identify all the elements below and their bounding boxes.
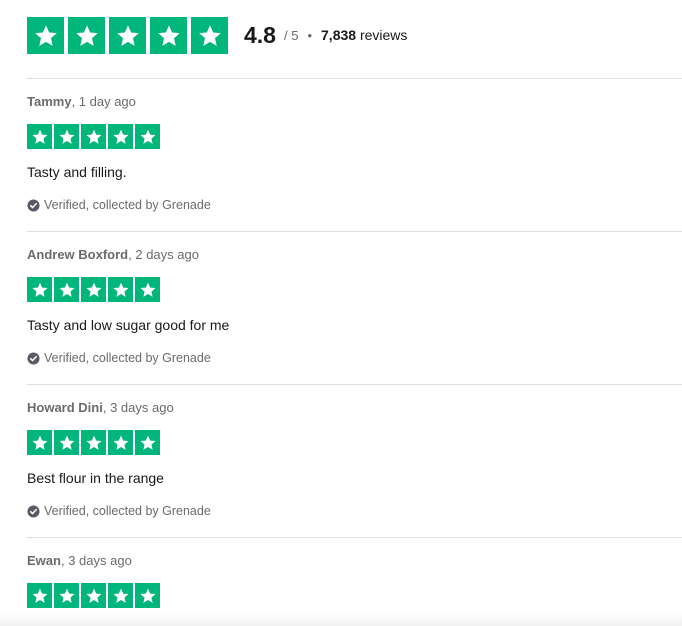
reviewer-name[interactable]: Howard Dini (27, 400, 103, 415)
star-icon (54, 124, 79, 149)
reviews-page: 4.8 / 5 • 7,838 reviews Tammy, 1 day ago… (0, 0, 682, 626)
divider (27, 384, 682, 385)
star-icon (27, 583, 52, 608)
verified-label: Verified, collected by Grenade (44, 504, 211, 518)
review-date: , 2 days ago (128, 247, 199, 262)
rating-summary: 4.8 / 5 • 7,838 reviews (27, 17, 407, 54)
star-icon (135, 583, 160, 608)
star-icon (108, 583, 133, 608)
reviews-label: reviews (359, 27, 408, 43)
verified-badge[interactable]: Verified, collected by Grenade (27, 197, 682, 213)
verified-label: Verified, collected by Grenade (44, 198, 211, 212)
reviewer-line: Ewan, 3 days ago (27, 553, 682, 569)
divider (27, 78, 682, 79)
review-card: Andrew Boxford, 2 days ago Tasty and low… (27, 247, 682, 366)
verified-badge[interactable]: Verified, collected by Grenade (27, 503, 682, 519)
verified-label: Verified, collected by Grenade (44, 351, 211, 365)
star-icon (81, 430, 106, 455)
star-icon (191, 17, 228, 54)
star-icon (54, 583, 79, 608)
summary-stars (27, 17, 228, 54)
review-stars (27, 124, 682, 149)
review-text: Best flour in the range (27, 470, 164, 486)
divider (27, 231, 682, 232)
review-card: Tammy, 1 day ago Tasty and filling. Veri… (27, 94, 682, 213)
star-icon (108, 124, 133, 149)
review-date: , 1 day ago (71, 94, 136, 109)
reviewer-name[interactable]: Ewan (27, 553, 61, 568)
reviewer-line: Howard Dini, 3 days ago (27, 400, 682, 416)
verified-check-icon (27, 351, 40, 365)
reviewer-line: Andrew Boxford, 2 days ago (27, 247, 682, 263)
star-icon (108, 277, 133, 302)
reviewer-name[interactable]: Andrew Boxford (27, 247, 128, 262)
separator-dot: • (307, 28, 313, 43)
review-stars (27, 430, 682, 455)
star-icon (135, 430, 160, 455)
review-date: , 3 days ago (102, 400, 174, 415)
reviewer-line: Tammy, 1 day ago (27, 94, 682, 110)
star-icon (150, 17, 187, 54)
star-icon (54, 430, 79, 455)
star-icon (81, 583, 106, 608)
star-icon (135, 277, 160, 302)
score-max: / 5 (283, 28, 299, 43)
verified-check-icon (27, 198, 40, 212)
review-text: Tasty and filling. (27, 164, 127, 180)
star-icon (81, 277, 106, 302)
star-icon (108, 430, 133, 455)
star-icon (68, 17, 105, 54)
star-icon (109, 17, 146, 54)
star-icon (27, 17, 64, 54)
review-count-link[interactable]: 7,838 reviews (321, 17, 407, 54)
scroll-fade (0, 612, 682, 626)
review-text: Tasty and low sugar good for me (27, 317, 230, 333)
star-icon (27, 277, 52, 302)
star-icon (27, 124, 52, 149)
verified-badge[interactable]: Verified, collected by Grenade (27, 350, 682, 366)
verified-check-icon (27, 504, 40, 518)
review-count: 7,838 (321, 27, 357, 43)
reviewer-name[interactable]: Tammy (27, 94, 72, 109)
star-icon (135, 124, 160, 149)
average-score: 4.8 (244, 22, 276, 48)
divider (27, 537, 682, 538)
star-icon (81, 124, 106, 149)
review-card: Ewan, 3 days ago (27, 553, 682, 608)
review-stars (27, 583, 682, 608)
review-stars (27, 277, 682, 302)
star-icon (54, 277, 79, 302)
review-date: , 3 days ago (60, 553, 132, 568)
star-icon (27, 430, 52, 455)
review-card: Howard Dini, 3 days ago Best flour in th… (27, 400, 682, 519)
